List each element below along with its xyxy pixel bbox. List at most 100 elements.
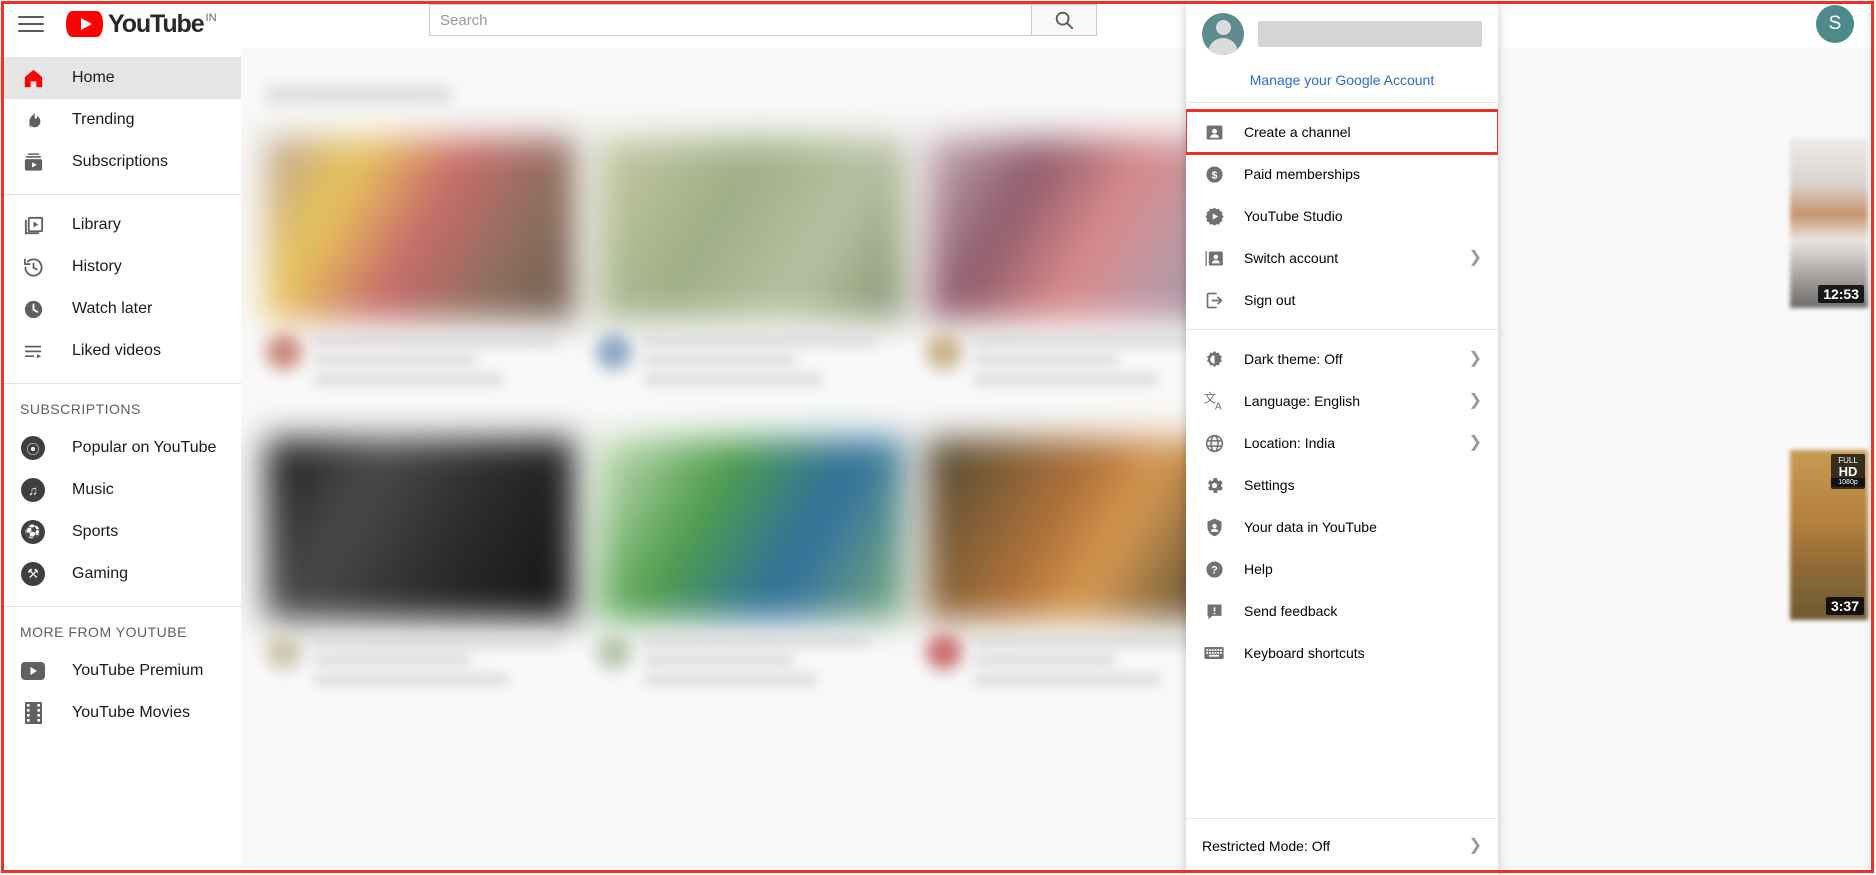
menu-item-language[interactable]: 文 A Language: English ❯ [1186,380,1498,422]
restricted-mode-group: Restricted Mode: Off ❯ [1186,818,1498,875]
sidebar-item-liked-videos[interactable]: Liked videos [0,330,241,372]
settings-group: Dark theme: Off ❯ 文 A Language: English … [1186,330,1498,682]
menu-item-label: YouTube Studio [1244,208,1343,224]
sidebar-divider [0,383,241,384]
switch-account-icon [1202,246,1226,270]
sidebar-item-label: YouTube Premium [72,662,204,679]
rail-video-thumbnail[interactable] [1790,138,1868,308]
channel-avatar[interactable] [266,634,302,670]
rail-video-item[interactable]: FULL HD 1080p 3:37 [1790,450,1868,620]
channel-avatar[interactable] [596,334,632,370]
studio-gear-play-icon [1202,204,1226,228]
language-translate-icon: 文 A [1202,389,1226,413]
sidebar-item-subscriptions[interactable]: Subscriptions [0,141,241,183]
sidebar-item-popular-on-youtube[interactable]: ⦿ Popular on YouTube [0,427,241,469]
search-button[interactable] [1031,4,1097,36]
sidebar-item-label: Music [72,481,114,498]
chevron-right-icon: ❯ [1468,249,1482,266]
video-thumbnail[interactable] [266,438,576,620]
video-card[interactable] [596,138,906,394]
library-icon [20,213,46,237]
video-thumbnail[interactable] [266,138,576,320]
sidebar-item-home[interactable]: Home [0,57,241,99]
menu-item-dark-theme[interactable]: Dark theme: Off ❯ [1186,338,1498,380]
video-card[interactable] [266,138,576,394]
liked-videos-icon [20,339,46,363]
account-header: Manage your Google Account [1186,0,1498,102]
trending-flame-icon [20,108,46,132]
sidebar-item-youtube-movies[interactable]: YouTube Movies [0,692,241,734]
account-dropdown-menu: Manage your Google Account Create a chan… [1186,0,1498,875]
feedback-bubble-icon [1202,599,1226,623]
menu-item-sign-out[interactable]: Sign out [1186,279,1498,321]
menu-item-label: Your data in YouTube [1244,519,1377,535]
menu-item-send-feedback[interactable]: Send feedback [1186,590,1498,632]
sidebar-item-label: Watch later [72,300,153,317]
top-header-bar: YouTube IN S [0,0,1876,48]
account-actions-group: Create a channel $ Paid memberships YouT… [1186,103,1498,329]
menu-item-label: Send feedback [1244,603,1338,619]
logo-country-code: IN [205,12,217,24]
youtube-logo[interactable]: YouTube IN [66,11,217,37]
video-card[interactable] [596,438,906,694]
menu-item-switch-account[interactable]: Switch account ❯ [1186,237,1498,279]
video-duration-badge: 12:53 [1818,285,1864,303]
menu-item-settings[interactable]: Settings [1186,464,1498,506]
menu-item-location[interactable]: Location: India ❯ [1186,422,1498,464]
menu-item-create-a-channel[interactable]: Create a channel [1186,109,1498,155]
menu-item-youtube-studio[interactable]: YouTube Studio [1186,195,1498,237]
logo-wordmark: YouTube [108,10,205,38]
subscriptions-icon [20,150,46,174]
watch-later-clock-icon [20,297,46,321]
sidebar-item-library[interactable]: Library [0,204,241,246]
sidebar-section-subscriptions: SUBSCRIPTIONS [20,401,141,417]
svg-text:$: $ [1211,169,1217,181]
sidebar-item-youtube-premium[interactable]: YouTube Premium [0,650,241,692]
menu-item-label: Paid memberships [1244,166,1360,182]
menu-item-label: Help [1244,561,1273,577]
sidebar-item-music[interactable]: ♫ Music [0,469,241,511]
account-avatar-button[interactable]: S [1816,5,1854,43]
sidebar-item-history[interactable]: History [0,246,241,288]
chevron-right-icon: ❯ [1468,837,1482,854]
chevron-right-icon: ❯ [1468,392,1482,409]
sidebar-item-trending[interactable]: Trending [0,99,241,141]
video-thumbnail[interactable] [596,138,906,320]
svg-text:?: ? [1211,564,1218,576]
menu-item-restricted-mode[interactable]: Restricted Mode: Off ❯ [1186,825,1498,867]
menu-item-label: Location: India [1244,435,1336,451]
channel-avatar[interactable] [926,634,962,670]
manage-google-account-link[interactable]: Manage your Google Account [1186,72,1498,88]
sidebar-item-label: Sports [72,523,119,540]
channel-avatar[interactable] [926,334,962,370]
youtube-home-page: 12:53 FULL HD 1080p 3:37 YouTube IN Sear… [0,0,1876,875]
video-card[interactable] [266,438,576,694]
sidebar-section-more-from-youtube: MORE FROM YOUTUBE [20,624,187,640]
menu-item-keyboard-shortcuts[interactable]: Keyboard shortcuts [1186,632,1498,674]
channel-avatar[interactable] [596,634,632,670]
sidebar-item-sports[interactable]: ⚽ Sports [0,511,241,553]
menu-item-label: Switch account [1244,250,1339,266]
menu-item-label: Dark theme: Off [1244,351,1343,367]
sidebar-item-watch-later[interactable]: Watch later [0,288,241,330]
music-note-avatar: ♫ [20,478,46,502]
hamburger-menu-icon[interactable] [18,14,44,34]
menu-item-your-data-in-youtube[interactable]: Your data in YouTube [1186,506,1498,548]
channel-avatar[interactable] [266,334,302,370]
menu-item-help[interactable]: ? Help [1186,548,1498,590]
rail-video-item[interactable]: 12:53 [1790,138,1868,308]
video-thumbnail[interactable] [596,438,906,620]
sidebar-item-gaming[interactable]: ⚒ Gaming [0,553,241,595]
popular-channel-avatar: ⦿ [20,436,46,460]
sidebar-item-label: Gaming [72,565,129,582]
menu-item-label: Keyboard shortcuts [1244,645,1365,661]
gear-icon [1202,473,1226,497]
history-clock-icon [20,255,46,279]
sidebar-item-label: Library [72,216,121,233]
search-input[interactable] [429,4,1031,36]
svg-text:A: A [1215,401,1222,412]
sidebar-divider [0,606,241,607]
location-globe-icon [1202,431,1226,455]
sidebar-item-label: Liked videos [72,342,161,359]
menu-item-paid-memberships[interactable]: $ Paid memberships [1186,153,1498,195]
